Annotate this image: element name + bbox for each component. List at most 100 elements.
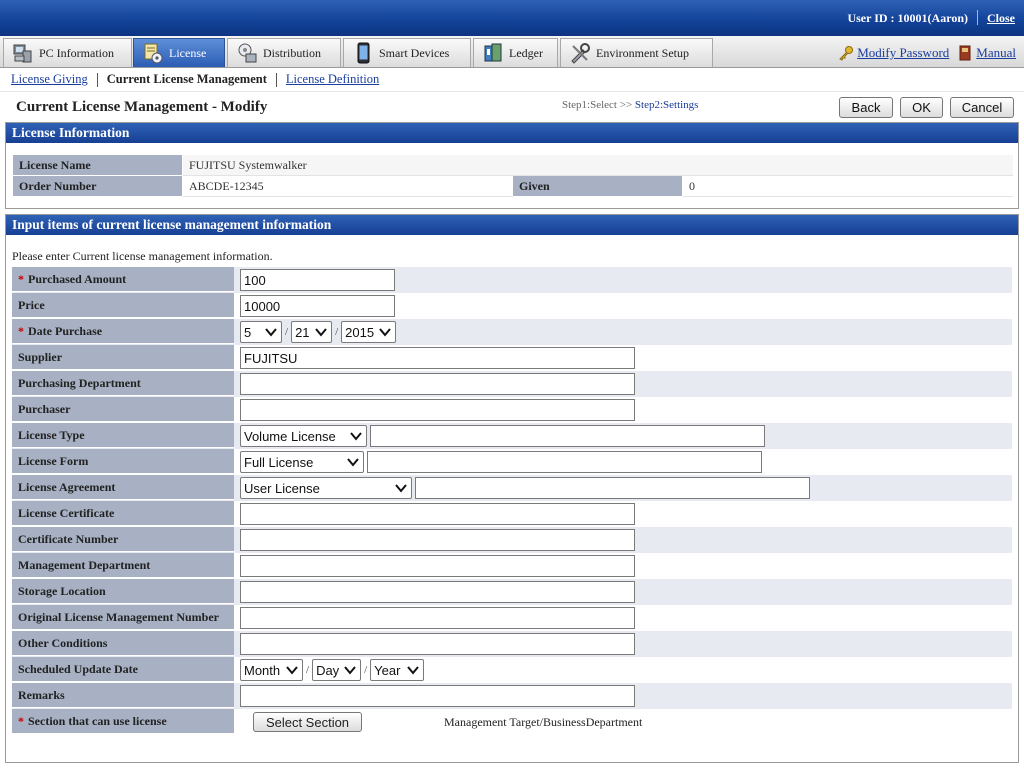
ledger-icon — [482, 42, 504, 64]
purchaser-row: Purchaser — [12, 397, 1012, 423]
purchase-year-select[interactable]: 2015 — [341, 321, 397, 343]
required-mark: * — [18, 713, 24, 728]
given-label: Given — [513, 176, 682, 197]
license-agreement-text-input[interactable] — [415, 477, 810, 499]
date-separator: / — [364, 664, 368, 676]
license-certificate-row: License Certificate — [12, 501, 1012, 527]
sub-navigation: License Giving Current License Managemen… — [0, 68, 1024, 92]
select-section-button[interactable]: Select Section — [253, 712, 362, 732]
license-form-text-input[interactable] — [367, 451, 762, 473]
top-bar: User ID : 10001(Aaron) Close — [0, 0, 1024, 36]
license-certificate-input[interactable] — [240, 503, 635, 525]
storage-location-row: Storage Location — [12, 579, 1012, 605]
manual-icon — [957, 45, 973, 61]
tab-environment-setup[interactable]: Environment Setup — [560, 38, 713, 67]
chevron-down-icon — [394, 481, 408, 495]
close-link[interactable]: Close — [987, 11, 1015, 26]
scheduled-update-label: Scheduled Update Date — [12, 657, 234, 682]
management-department-label: Management Department — [12, 553, 234, 578]
tab-pc-information[interactable]: PC Information — [3, 38, 132, 67]
certificate-number-label: Certificate Number — [12, 527, 234, 552]
license-form-select[interactable]: Full License — [240, 451, 364, 473]
current-license-management-label: Current License Management — [106, 72, 267, 86]
tab-smart-devices[interactable]: Smart Devices — [343, 38, 471, 67]
purchasing-department-input[interactable] — [240, 373, 635, 395]
chevron-down-icon — [264, 325, 278, 339]
price-input[interactable]: 10000 — [240, 295, 395, 317]
tab-license[interactable]: License — [133, 38, 225, 67]
tab-label: License — [169, 45, 207, 60]
update-year-select[interactable]: Year — [370, 659, 425, 681]
license-information-panel: License Information License Name FUJITSU… — [5, 122, 1019, 209]
price-label: Price — [12, 293, 234, 318]
main-tab-bar: PC Information License Distribution Smar… — [0, 36, 1024, 68]
license-form-row: License Form Full License — [12, 449, 1012, 475]
tab-ledger[interactable]: Ledger — [473, 38, 558, 67]
update-day-select[interactable]: Day — [312, 659, 362, 681]
certificate-number-row: Certificate Number — [12, 527, 1012, 553]
section-value: Management Target/BusinessDepartment — [444, 714, 643, 729]
smart-devices-icon — [352, 42, 374, 64]
remarks-input[interactable] — [240, 685, 635, 707]
step-1: Step1:Select >> — [562, 99, 633, 111]
management-department-row: Management Department — [12, 553, 1012, 579]
ok-button[interactable]: OK — [900, 97, 943, 118]
tab-label: PC Information — [39, 45, 114, 60]
divider — [977, 10, 978, 25]
cancel-button[interactable]: Cancel — [950, 97, 1014, 118]
purchase-day-select[interactable]: 21 — [291, 321, 333, 343]
license-type-text-input[interactable] — [370, 425, 765, 447]
chevron-down-icon — [314, 325, 328, 339]
date-purchase-row: * Date Purchase 5 / 21 / 2015 — [12, 319, 1012, 345]
update-month-select[interactable]: Month — [240, 659, 303, 681]
page-title-bar: Current License Management - Modify Step… — [0, 92, 1024, 122]
license-icon — [142, 42, 164, 64]
remarks-row: Remarks — [12, 683, 1012, 709]
pc-information-icon — [12, 42, 34, 64]
input-form-panel: Input items of current license managemen… — [5, 214, 1019, 763]
license-giving-link[interactable]: License Giving — [11, 72, 88, 87]
chevron-down-icon — [378, 325, 392, 339]
remarks-label: Remarks — [12, 683, 234, 708]
manual-link[interactable]: Manual — [976, 45, 1016, 61]
certificate-number-input[interactable] — [240, 529, 635, 551]
divider — [275, 72, 277, 87]
license-information-heading: License Information — [6, 123, 1018, 143]
other-conditions-row: Other Conditions — [12, 631, 1012, 657]
back-button[interactable]: Back — [839, 97, 893, 118]
input-items-heading: Input items of current license managemen… — [6, 215, 1018, 235]
modify-password-link[interactable]: Modify Password — [857, 45, 949, 61]
license-name-label: License Name — [13, 155, 182, 176]
license-type-select[interactable]: Volume License — [240, 425, 367, 447]
license-type-label: License Type — [12, 423, 234, 448]
other-conditions-input[interactable] — [240, 633, 635, 655]
tab-label: Smart Devices — [379, 45, 450, 60]
original-license-number-input[interactable] — [240, 607, 635, 629]
chevron-down-icon — [343, 663, 357, 677]
purchased-amount-row: * Purchased Amount 100 — [12, 267, 1012, 293]
tab-label: Ledger — [509, 45, 543, 60]
storage-location-input[interactable] — [240, 581, 635, 603]
license-form-label: License Form — [12, 449, 234, 474]
management-department-input[interactable] — [240, 555, 635, 577]
purchaser-input[interactable] — [240, 399, 635, 421]
license-definition-link[interactable]: License Definition — [286, 72, 379, 87]
form-instruction: Please enter Current license management … — [12, 249, 273, 263]
supplier-row: Supplier FUJITSU — [12, 345, 1012, 371]
page-title: Current License Management - Modify — [16, 99, 268, 115]
storage-location-label: Storage Location — [12, 579, 234, 604]
tab-distribution[interactable]: Distribution — [227, 38, 341, 67]
other-conditions-label: Other Conditions — [12, 631, 234, 656]
date-purchase-label: * Date Purchase — [12, 319, 234, 344]
given-value: 0 — [683, 176, 1013, 197]
supplier-input[interactable]: FUJITSU — [240, 347, 635, 369]
step-indicator: Step1:Select >> Step2:Settings — [562, 99, 698, 111]
purchaser-label: Purchaser — [12, 397, 234, 422]
purchased-amount-input[interactable]: 100 — [240, 269, 395, 291]
step-2: Step2:Settings — [634, 99, 699, 111]
purchase-month-select[interactable]: 5 — [240, 321, 282, 343]
date-separator: / — [335, 326, 339, 338]
top-links: Modify Password Manual — [838, 45, 1016, 61]
license-agreement-select[interactable]: User License — [240, 477, 412, 499]
tab-label: Distribution — [263, 45, 322, 60]
